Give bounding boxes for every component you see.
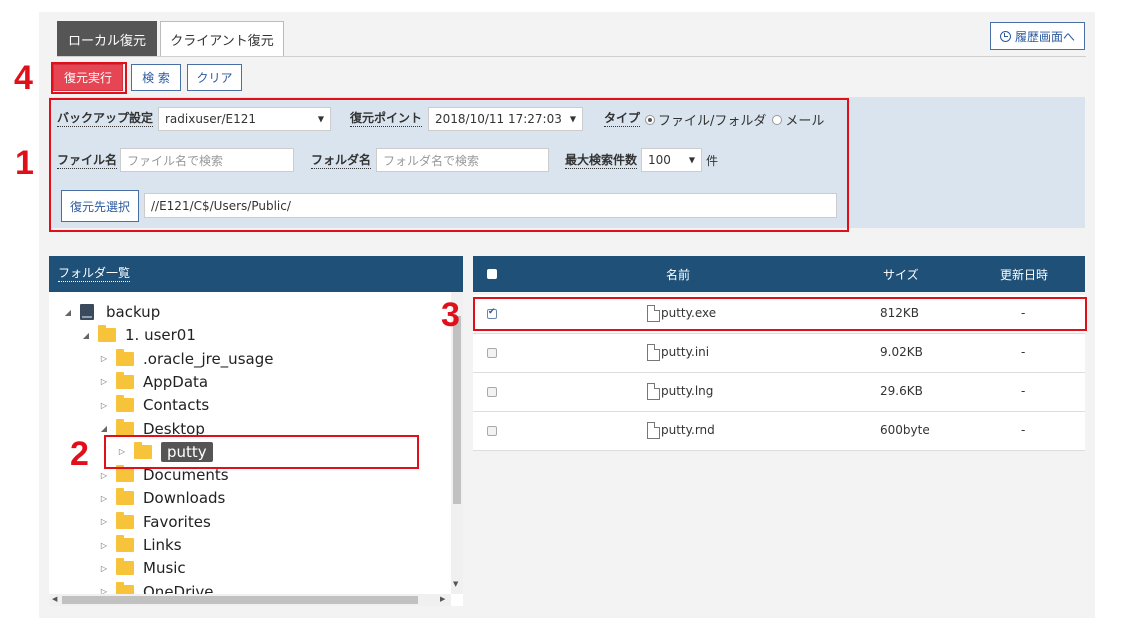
folder-list-title: フォルダ一覧 [58,266,131,282]
folder-icon [116,511,134,529]
folder-icon [116,488,134,506]
row-checkbox[interactable] [487,426,497,436]
file-icon [647,344,660,361]
file-table-row[interactable]: putty.lng 29.6KB - [473,373,1085,412]
annotation-box-4 [51,62,127,94]
folder-icon [116,418,134,436]
tree-node[interactable]: ▷ Downloads [98,487,225,509]
row-checkbox[interactable] [487,387,497,397]
column-header-size[interactable]: サイズ [883,266,919,283]
tree-node[interactable]: ▷ .oracle_jre_usage [98,348,273,370]
tree-node-label: Favorites [143,512,211,531]
server-icon [80,304,94,320]
scroll-left-arrow-icon[interactable]: ◀ [52,595,57,603]
history-button[interactable]: 履歴画面へ [990,22,1085,50]
file-table-row[interactable]: putty.rnd 600byte - [473,412,1085,451]
file-icon [647,422,660,439]
folder-icon [116,395,134,413]
tree-node[interactable]: ▷ Contacts [98,394,209,416]
folder-icon [116,348,134,366]
row-checkbox[interactable] [487,348,497,358]
expanded-triangle-icon[interactable]: ◢ [98,424,110,433]
clock-icon [999,30,1011,42]
folder-icon [116,558,134,576]
folder-icon [98,325,116,343]
tab-client-restore[interactable]: クライアント復元 [160,21,284,56]
tab-local-restore[interactable]: ローカル復元 [57,21,157,56]
column-header-date[interactable]: 更新日時 [1000,266,1048,283]
collapsed-triangle-icon[interactable]: ▷ [98,541,110,550]
tree-node[interactable]: ▷ Music [98,557,186,579]
file-table-row[interactable]: putty.ini 9.02KB - [473,334,1085,373]
folder-icon [116,465,134,483]
tree-horizontal-scroll-thumb[interactable] [62,596,418,604]
file-date-cell: - [1021,384,1026,398]
tree-node[interactable]: ▷ AppData [98,371,208,393]
file-date-cell: - [1021,423,1026,437]
tree-node[interactable]: ▷ Favorites [98,511,211,533]
collapsed-triangle-icon[interactable]: ▷ [98,517,110,526]
tree-node[interactable]: ◢ backup [62,301,160,323]
file-table-header: 名前 サイズ 更新日時 [473,256,1085,292]
tree-node-label: backup [106,303,161,321]
annotation-box-2 [104,435,419,469]
file-size-cell: 600byte [880,423,930,437]
search-button[interactable]: 検 索 [131,64,181,91]
annotation-box-3 [473,297,1087,331]
folder-icon [116,371,134,389]
tree-node-label: Links [143,536,182,554]
tree-node-label: Music [143,559,186,578]
tree-node-label: Downloads [143,489,226,508]
file-name-cell: putty.rnd [661,423,715,437]
collapsed-triangle-icon[interactable]: ▷ [98,401,110,410]
tree-node[interactable]: ▷ Links [98,534,182,556]
collapsed-triangle-icon[interactable]: ▷ [98,494,110,503]
clear-button[interactable]: クリア [187,64,242,91]
tree-node-label: AppData [143,372,209,391]
tree-node[interactable]: ◢ 1. user01 [80,324,196,346]
collapsed-triangle-icon[interactable]: ▷ [98,471,110,480]
tree-node-label: .oracle_jre_usage [143,349,274,368]
file-size-cell: 29.6KB [880,384,923,398]
tabs-divider [57,56,1086,57]
tree-vertical-scroll-thumb[interactable] [453,316,461,504]
collapsed-triangle-icon[interactable]: ▷ [98,564,110,573]
expanded-triangle-icon[interactable]: ◢ [80,331,92,340]
column-header-name[interactable]: 名前 [666,266,690,283]
history-button-label: 履歴画面へ [1014,29,1075,44]
tree-node-label: 1. user01 [125,326,196,345]
scroll-right-arrow-icon[interactable]: ▶ [440,595,445,603]
tree-node-label: Contacts [143,396,210,415]
folder-list-header: フォルダ一覧 [49,256,463,292]
annotation-number-4: 4 [14,59,33,97]
folder-icon [116,535,134,552]
select-all-checkbox[interactable] [487,269,497,279]
annotation-number-2: 2 [70,435,89,473]
annotation-number-3: 3 [441,296,460,334]
file-name-cell: putty.ini [661,345,710,359]
expanded-triangle-icon[interactable]: ◢ [62,308,74,317]
file-size-cell: 9.02KB [880,345,923,359]
file-name-cell: putty.lng [661,384,714,398]
collapsed-triangle-icon[interactable]: ▷ [98,377,110,386]
collapsed-triangle-icon[interactable]: ▷ [98,354,110,363]
scroll-down-arrow-icon[interactable]: ▼ [453,580,458,588]
annotation-number-1: 1 [15,144,34,182]
file-icon [647,383,660,400]
annotation-box-1 [49,98,849,232]
file-date-cell: - [1021,345,1026,359]
